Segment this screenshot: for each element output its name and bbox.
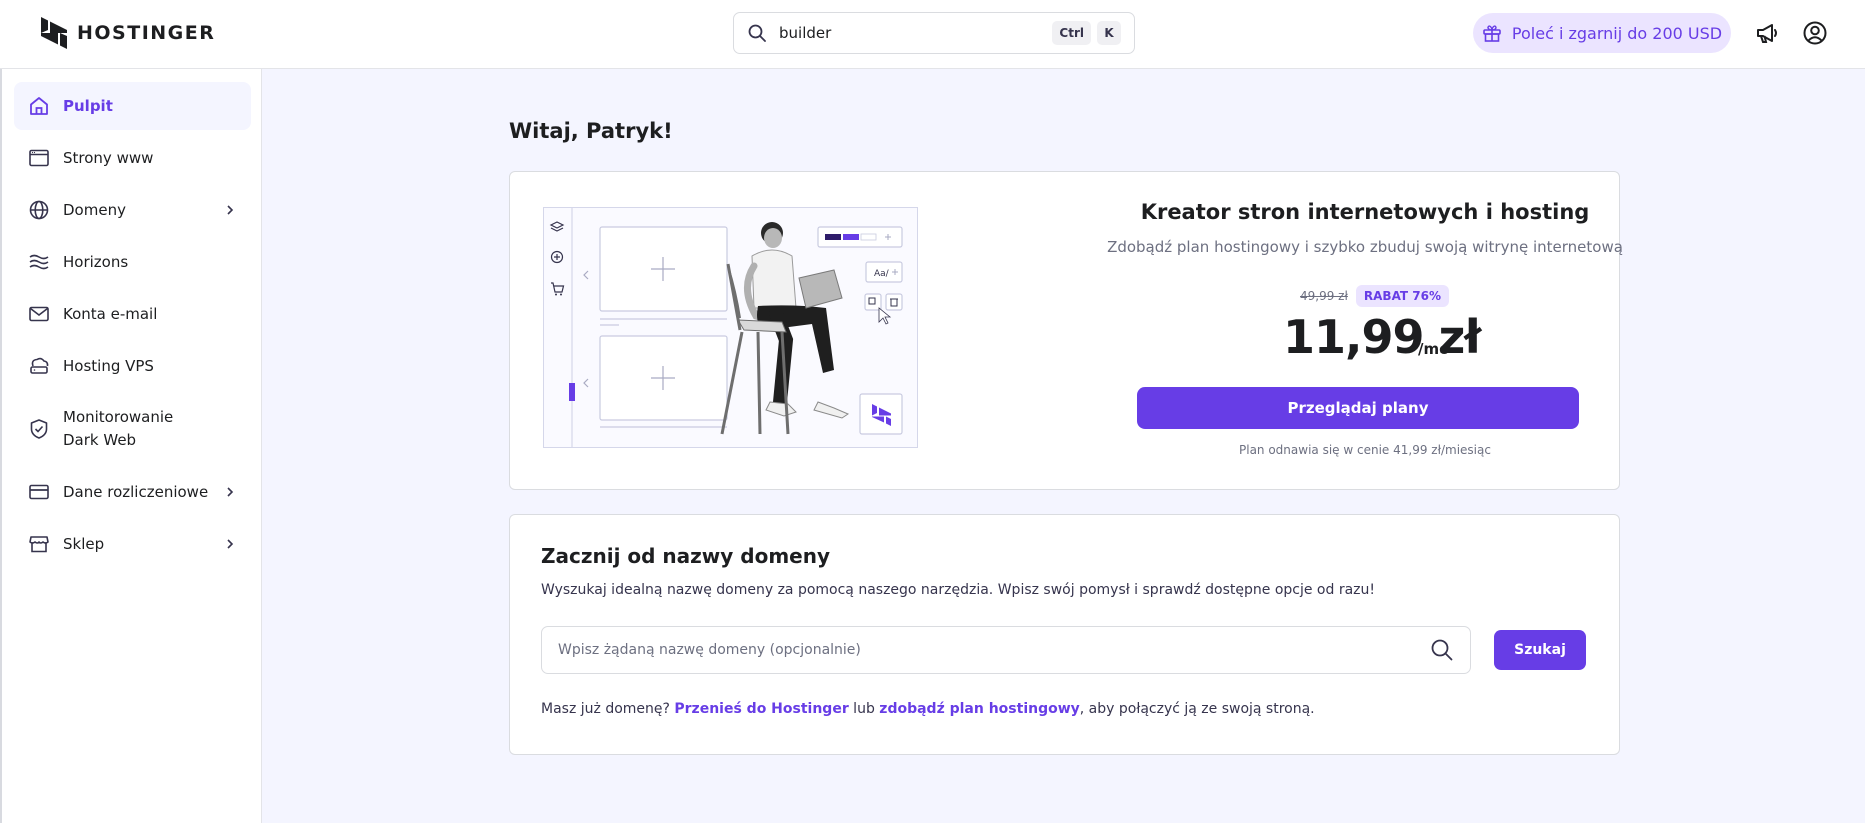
domain-card-title: Zacznij od nazwy domeny bbox=[541, 544, 831, 568]
sidebar-item-label: Dane rozliczeniowe bbox=[63, 482, 209, 501]
footer-prefix: Masz już domenę? bbox=[541, 701, 675, 717]
font-style-label: Aa/ bbox=[874, 269, 890, 279]
price-period: /mo bbox=[1418, 340, 1450, 358]
domain-footer-text: Masz już domenę? Przenieś do Hostinger l… bbox=[541, 701, 1315, 717]
referral-label: Poleć i zgarnij do 200 USD bbox=[1511, 23, 1723, 43]
browser-window-icon bbox=[29, 149, 49, 167]
store-icon bbox=[29, 536, 49, 553]
shield-check-icon bbox=[30, 419, 48, 439]
hostinger-logo[interactable]: HOSTINGER bbox=[41, 17, 215, 49]
page-title: Witaj, Patryk! bbox=[509, 119, 673, 143]
sidebar-item-konta-email[interactable]: Konta e-mail bbox=[14, 290, 251, 338]
search-icon[interactable] bbox=[1430, 638, 1454, 662]
builder-illustration-graphic: Aa/ bbox=[549, 208, 903, 447]
discount-badge: RABAT 76% bbox=[1355, 285, 1450, 307]
sidebar-item-label: Sklep bbox=[63, 534, 105, 553]
chevron-right-icon bbox=[227, 539, 234, 549]
sidebar-item-label: Horizons bbox=[63, 252, 129, 271]
renewal-note: Plan odnawia się w cenie 41,99 zł/miesią… bbox=[1239, 443, 1491, 457]
sidebar-item-hosting-vps[interactable]: Hosting VPS bbox=[14, 342, 251, 390]
chevron-right-icon bbox=[227, 205, 234, 215]
credit-card-icon bbox=[29, 484, 49, 500]
promo-subtitle: Zdobądź plan hostingowy i szybko zbuduj … bbox=[1107, 238, 1623, 256]
gift-icon bbox=[1483, 25, 1501, 42]
search-input[interactable]: builder bbox=[779, 24, 1046, 42]
old-price: 49,99 zł bbox=[1300, 289, 1348, 303]
global-search[interactable]: builder Ctrl K bbox=[733, 12, 1135, 54]
promo-title: Kreator stron internetowych i hosting bbox=[1140, 200, 1590, 224]
transfer-domain-link[interactable]: Przenieś do Hostinger bbox=[674, 701, 848, 717]
shortcut-key-ctrl: Ctrl bbox=[1052, 21, 1091, 45]
mail-icon bbox=[29, 306, 49, 322]
get-hosting-plan-link[interactable]: zdobądź plan hostingowy bbox=[879, 701, 1079, 717]
sidebar-item-monitorowanie-dark-web[interactable]: Monitorowanie Dark Web bbox=[14, 394, 251, 464]
domain-search-placeholder: Wpisz żądaną nazwę domeny (opcjonalnie) bbox=[558, 642, 861, 658]
footer-suffix: , aby połączyć ją ze swoją stroną. bbox=[1079, 701, 1315, 717]
sidebar-item-horizons[interactable]: Horizons bbox=[14, 238, 251, 286]
sidebar-item-pulpit[interactable]: Pulpit bbox=[14, 82, 251, 130]
browse-plans-button[interactable]: Przeglądaj plany bbox=[1137, 387, 1579, 429]
search-icon bbox=[748, 24, 766, 42]
account-icon[interactable] bbox=[1802, 20, 1828, 46]
megaphone-icon[interactable] bbox=[1754, 20, 1780, 46]
sidebar-item-label: Hosting VPS bbox=[63, 356, 154, 375]
sidebar-item-domeny[interactable]: Domeny bbox=[14, 186, 251, 234]
domain-search-input[interactable]: Wpisz żądaną nazwę domeny (opcjonalnie) bbox=[541, 626, 1471, 674]
domain-card-description: Wyszukaj idealną nazwę domeny za pomocą … bbox=[541, 582, 1376, 598]
hostinger-logo-icon bbox=[41, 17, 67, 49]
sidebar-item-label: Domeny bbox=[63, 200, 126, 219]
top-header: HOSTINGER builder Ctrl K Poleć i zgarnij… bbox=[0, 0, 1865, 69]
chevron-right-icon bbox=[227, 487, 234, 497]
referral-button[interactable]: Poleć i zgarnij do 200 USD bbox=[1473, 13, 1731, 53]
domain-search-button[interactable]: Szukaj bbox=[1494, 630, 1586, 670]
cloud-server-icon bbox=[30, 357, 49, 374]
sidebar-item-sklep[interactable]: Sklep bbox=[14, 520, 251, 568]
sidebar-item-dane-rozliczeniowe[interactable]: Dane rozliczeniowe bbox=[14, 468, 251, 516]
sidebar: Pulpit Strony www Domeny Horizons Konta … bbox=[0, 69, 262, 823]
shortcut-key-k: K bbox=[1097, 21, 1121, 45]
waves-icon bbox=[29, 254, 49, 270]
sidebar-item-label: Pulpit bbox=[63, 96, 113, 115]
sidebar-item-label: Konta e-mail bbox=[63, 304, 158, 323]
sidebar-item-label: Strony www bbox=[63, 148, 154, 167]
builder-illustration: Aa/ bbox=[543, 207, 918, 448]
footer-mid: lub bbox=[848, 701, 880, 717]
home-icon bbox=[30, 97, 48, 115]
globe-icon bbox=[29, 200, 49, 220]
price-discount-row: 49,99 zł RABAT 76% bbox=[1300, 285, 1450, 307]
sidebar-item-label: Monitorowanie Dark Web bbox=[63, 408, 174, 449]
logo-text: HOSTINGER bbox=[77, 22, 216, 44]
sidebar-item-strony-www[interactable]: Strony www bbox=[14, 134, 251, 182]
current-price: 11,99 zł bbox=[1283, 310, 1481, 364]
